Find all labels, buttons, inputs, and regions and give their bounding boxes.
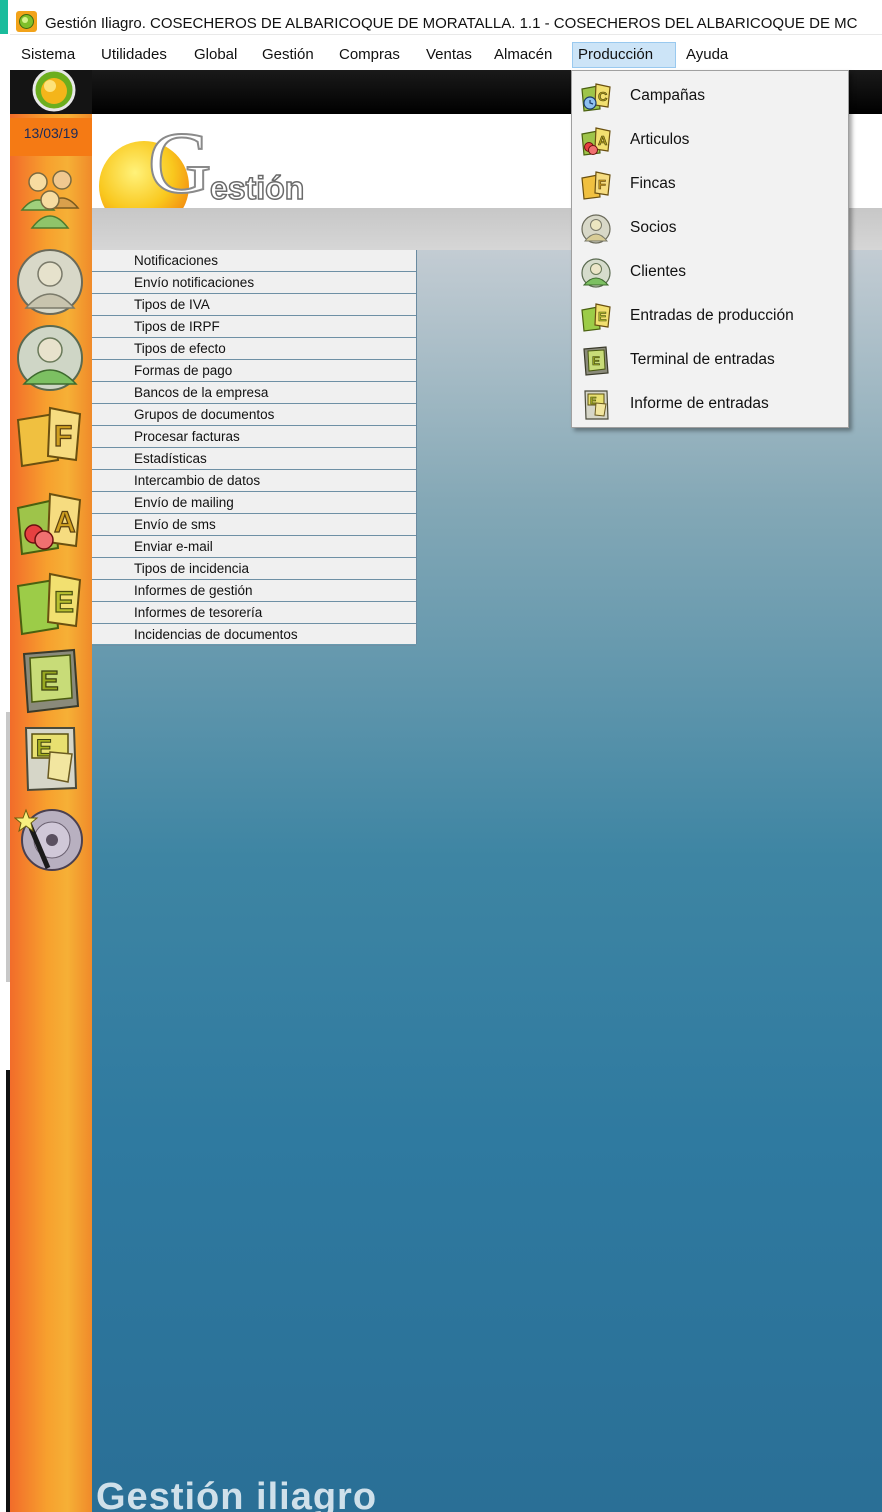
options-list: Notificaciones Envío notificaciones Tipo… (92, 250, 417, 646)
socios-group-icon[interactable] (14, 160, 86, 232)
list-item[interactable]: Envío de mailing (92, 492, 416, 514)
entradas-produccion-icon: E (580, 301, 612, 333)
list-item[interactable]: Tipos de IVA (92, 294, 416, 316)
svg-text:C: C (598, 89, 608, 104)
terminal-entradas-icon: E (580, 345, 612, 377)
informe-entradas-icon: E (580, 389, 612, 421)
fincas-icon: F (580, 169, 612, 201)
svg-text:A: A (598, 133, 608, 148)
menu-gestion[interactable]: Gestión (257, 42, 319, 68)
dropdown-item-articulos[interactable]: A Articulos (572, 119, 848, 163)
dropdown-item-socios[interactable]: Socios (572, 207, 848, 251)
dropdown-label: Entradas de producción (630, 307, 794, 324)
menu-ayuda[interactable]: Ayuda (681, 42, 733, 68)
menu-almacen[interactable]: Almacén (489, 42, 557, 68)
dropdown-label: Campañas (630, 87, 705, 104)
list-item[interactable]: Bancos de la empresa (92, 382, 416, 404)
svg-text:A: A (54, 506, 76, 539)
clientes-icon (580, 257, 612, 289)
informe-entradas-icon[interactable]: E (14, 722, 86, 794)
dropdown-label: Terminal de entradas (630, 351, 775, 368)
list-item[interactable]: Tipos de efecto (92, 338, 416, 360)
logo-letter: G (147, 115, 213, 212)
window-title: Gestión Iliagro. COSECHEROS DE ALBARICOQ… (45, 15, 858, 32)
menu-sistema[interactable]: Sistema (16, 42, 80, 68)
list-item[interactable]: Envío notificaciones (92, 272, 416, 294)
list-item[interactable]: Grupos de documentos (92, 404, 416, 426)
campanas-icon: C (580, 81, 612, 113)
dropdown-item-terminal-entradas[interactable]: E Terminal de entradas (572, 339, 848, 383)
dropdown-item-entradas-produccion[interactable]: E Entradas de producción (572, 295, 848, 339)
menu-bar: Sistema Utilidades Global Gestión Compra… (10, 42, 882, 70)
fincas-icon[interactable]: F (14, 400, 86, 472)
list-item[interactable]: Tipos de IRPF (92, 316, 416, 338)
dropdown-label: Articulos (630, 131, 690, 148)
app-icon[interactable] (16, 11, 37, 32)
list-item[interactable]: Estadísticas (92, 448, 416, 470)
svg-text:E: E (54, 586, 74, 619)
menu-compras[interactable]: Compras (334, 42, 405, 68)
footer-brand: Gestión iliagro (96, 1476, 378, 1512)
logo-text: estión (209, 169, 305, 207)
menu-ventas[interactable]: Ventas (421, 42, 477, 68)
menu-global[interactable]: Global (189, 42, 242, 68)
dropdown-label: Socios (630, 219, 677, 236)
terminal-entradas-icon[interactable]: E (14, 644, 86, 716)
dropdown-item-informe-entradas[interactable]: E Informe de entradas (572, 383, 848, 427)
svg-text:E: E (40, 665, 59, 696)
date-badge: 13/03/19 (10, 118, 92, 156)
list-item[interactable]: Enviar e-mail (92, 536, 416, 558)
list-item[interactable]: Procesar facturas (92, 426, 416, 448)
dropdown-item-clientes[interactable]: Clientes (572, 251, 848, 295)
list-item[interactable]: Incidencias de documentos (92, 624, 416, 646)
dropdown-item-campanas[interactable]: C Campañas (572, 75, 848, 119)
list-item[interactable]: Tipos de incidencia (92, 558, 416, 580)
dropdown-label: Informe de entradas (630, 395, 769, 412)
list-item[interactable]: Intercambio de datos (92, 470, 416, 492)
list-item[interactable]: Envío de sms (92, 514, 416, 536)
menu-produccion[interactable]: Producción (572, 42, 676, 68)
list-item[interactable]: Formas de pago (92, 360, 416, 382)
svg-text:F: F (598, 177, 606, 192)
menu-utilidades[interactable]: Utilidades (96, 42, 172, 68)
socios-icon (580, 213, 612, 245)
entradas-produccion-icon[interactable]: E (14, 566, 86, 638)
left-toolbar-top (10, 70, 92, 114)
list-item[interactable]: Informes de gestión (92, 580, 416, 602)
articulos-icon[interactable]: A (14, 486, 86, 558)
svg-text:E: E (592, 354, 600, 368)
dropdown-item-fincas[interactable]: F Fincas (572, 163, 848, 207)
svg-text:F: F (54, 420, 72, 453)
produccion-dropdown: C Campañas A Articulos F Fincas Socios C… (571, 70, 849, 428)
list-item[interactable]: Informes de tesorería (92, 602, 416, 624)
dropdown-label: Fincas (630, 175, 676, 192)
svg-text:E: E (598, 309, 607, 324)
disc-wand-icon[interactable] (13, 806, 86, 878)
articulos-icon: A (580, 125, 612, 157)
dropdown-label: Clientes (630, 263, 686, 280)
list-item[interactable]: Notificaciones (92, 250, 416, 272)
cliente-icon[interactable] (14, 322, 86, 394)
socio-icon[interactable] (14, 246, 86, 318)
window-edge-accent (0, 0, 8, 34)
